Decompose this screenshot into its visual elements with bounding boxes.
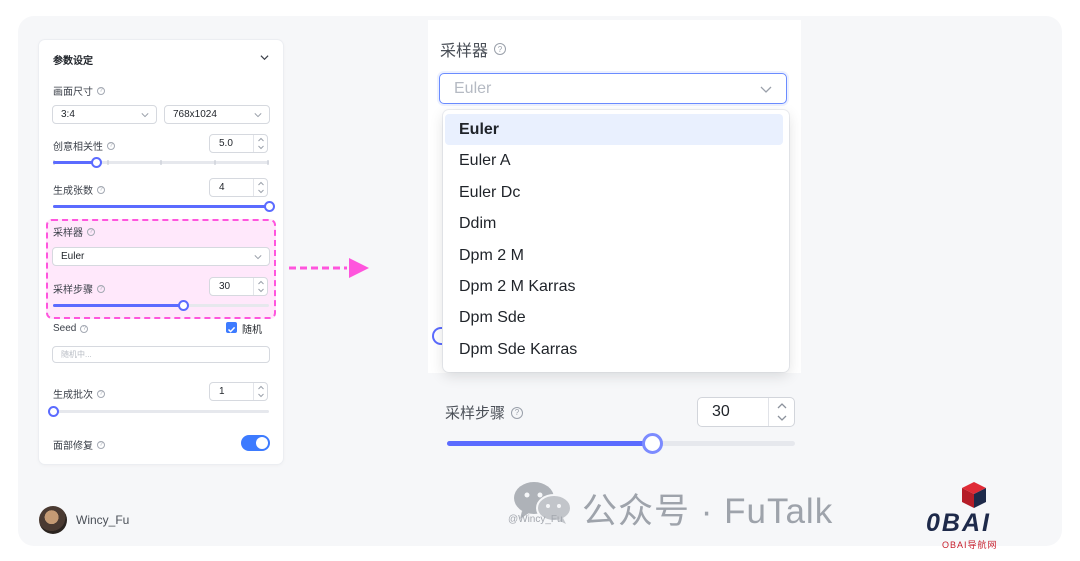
dropdown-option[interactable]: Euler Dc bbox=[445, 177, 783, 208]
batch-input[interactable]: 1 bbox=[209, 382, 268, 401]
slider-tick bbox=[106, 160, 109, 165]
creativity-slider[interactable] bbox=[53, 157, 269, 168]
batch-label: 生成批次? bbox=[53, 386, 105, 401]
arrow-right-icon bbox=[289, 258, 369, 278]
creativity-label: 创意相关性? bbox=[53, 138, 115, 153]
dropdown-option[interactable]: Dpm Sde bbox=[445, 302, 783, 333]
steps-input[interactable]: 30 bbox=[209, 277, 268, 296]
seed-label: Seed? bbox=[53, 323, 89, 334]
batch-slider[interactable] bbox=[48, 406, 269, 417]
count-label: 生成张数? bbox=[53, 182, 105, 197]
sampler-label: 采样器? bbox=[53, 224, 95, 239]
count-input[interactable]: 4 bbox=[209, 178, 268, 197]
zoom-steps-slider[interactable] bbox=[447, 433, 795, 454]
zoom-steps-label: 采样步骤? bbox=[445, 402, 524, 423]
steps-slider-knob[interactable] bbox=[177, 300, 189, 311]
question-icon: ? bbox=[80, 324, 89, 333]
panel-title: 参数设定 bbox=[53, 56, 93, 67]
sampler-select[interactable]: Euler bbox=[52, 247, 270, 266]
chevron-down-icon[interactable] bbox=[260, 53, 269, 62]
logo-text: 0BAI bbox=[926, 509, 991, 537]
dropdown-option[interactable]: Euler bbox=[445, 114, 783, 145]
count-slider-fill bbox=[53, 205, 269, 208]
question-icon: ? bbox=[97, 86, 105, 95]
zoom-sampler-label: 采样器? bbox=[440, 37, 507, 61]
creativity-input[interactable]: 5.0 bbox=[209, 134, 268, 153]
face-fix-toggle[interactable] bbox=[241, 435, 270, 451]
ratio-select[interactable]: 3:4 bbox=[52, 105, 157, 124]
question-icon: ? bbox=[511, 406, 524, 419]
dropdown-option[interactable]: Dpm Sde Karras bbox=[445, 334, 783, 365]
question-icon: ? bbox=[107, 141, 115, 150]
sampler-dropdown: Euler Euler A Euler Dc Ddim Dpm 2 M Dpm … bbox=[443, 110, 789, 372]
dropdown-option[interactable]: Dpm 2 M bbox=[445, 240, 783, 271]
spin-icon[interactable] bbox=[253, 135, 267, 152]
size-label: 画面尺寸? bbox=[53, 83, 105, 98]
watermark-handle: @Wincy_Fu bbox=[508, 514, 563, 525]
creativity-slider-fill bbox=[53, 161, 97, 164]
slider-tick bbox=[213, 160, 216, 165]
slider-tick bbox=[160, 160, 162, 165]
chevron-down-icon bbox=[254, 113, 262, 118]
seed-input[interactable]: 随机中... bbox=[52, 346, 270, 363]
count-slider[interactable] bbox=[53, 201, 275, 212]
dropdown-option[interactable]: Euler A bbox=[445, 145, 783, 176]
zoom-steps-slider-fill bbox=[447, 441, 653, 446]
dropdown-option[interactable]: Ddim bbox=[445, 208, 783, 239]
chevron-down-icon bbox=[760, 86, 772, 93]
spin-icon[interactable] bbox=[768, 398, 794, 426]
spin-icon[interactable] bbox=[253, 278, 267, 295]
question-icon: ? bbox=[494, 43, 507, 55]
toggle-knob bbox=[256, 437, 268, 449]
question-icon: ? bbox=[97, 389, 105, 398]
steps-slider-fill bbox=[53, 304, 183, 307]
steps-slider[interactable] bbox=[53, 300, 269, 311]
watermark-text: 公众号 · FuTalk bbox=[582, 492, 834, 531]
chevron-down-icon bbox=[141, 113, 149, 118]
question-icon: ? bbox=[97, 440, 105, 449]
question-icon: ? bbox=[97, 284, 105, 293]
avatar bbox=[39, 506, 67, 534]
zoom-sampler-select[interactable]: Euler bbox=[439, 73, 787, 104]
zoom-steps-input[interactable]: 30 bbox=[697, 397, 795, 427]
face-fix-label: 面部修复? bbox=[53, 437, 105, 452]
check-icon bbox=[227, 326, 236, 333]
steps-label: 采样步骤? bbox=[53, 281, 105, 296]
spin-icon[interactable] bbox=[253, 383, 267, 400]
dropdown-option[interactable]: Dpm 2 M Karras bbox=[445, 271, 783, 302]
batch-slider-knob[interactable] bbox=[48, 406, 59, 417]
slider-knob-edge bbox=[432, 327, 442, 345]
spin-icon[interactable] bbox=[253, 179, 267, 196]
question-icon: ? bbox=[97, 185, 105, 194]
resolution-select[interactable]: 768x1024 bbox=[164, 105, 270, 124]
random-label: 随机 bbox=[242, 325, 262, 336]
question-icon: ? bbox=[87, 227, 95, 236]
count-slider-knob[interactable] bbox=[264, 201, 275, 212]
slider-tick bbox=[267, 160, 269, 165]
chevron-down-icon bbox=[254, 255, 262, 260]
logo-subtitle: OBAI导航网 bbox=[942, 540, 998, 550]
random-checkbox[interactable] bbox=[226, 322, 237, 333]
author-name: Wincy_Fu bbox=[76, 513, 130, 527]
